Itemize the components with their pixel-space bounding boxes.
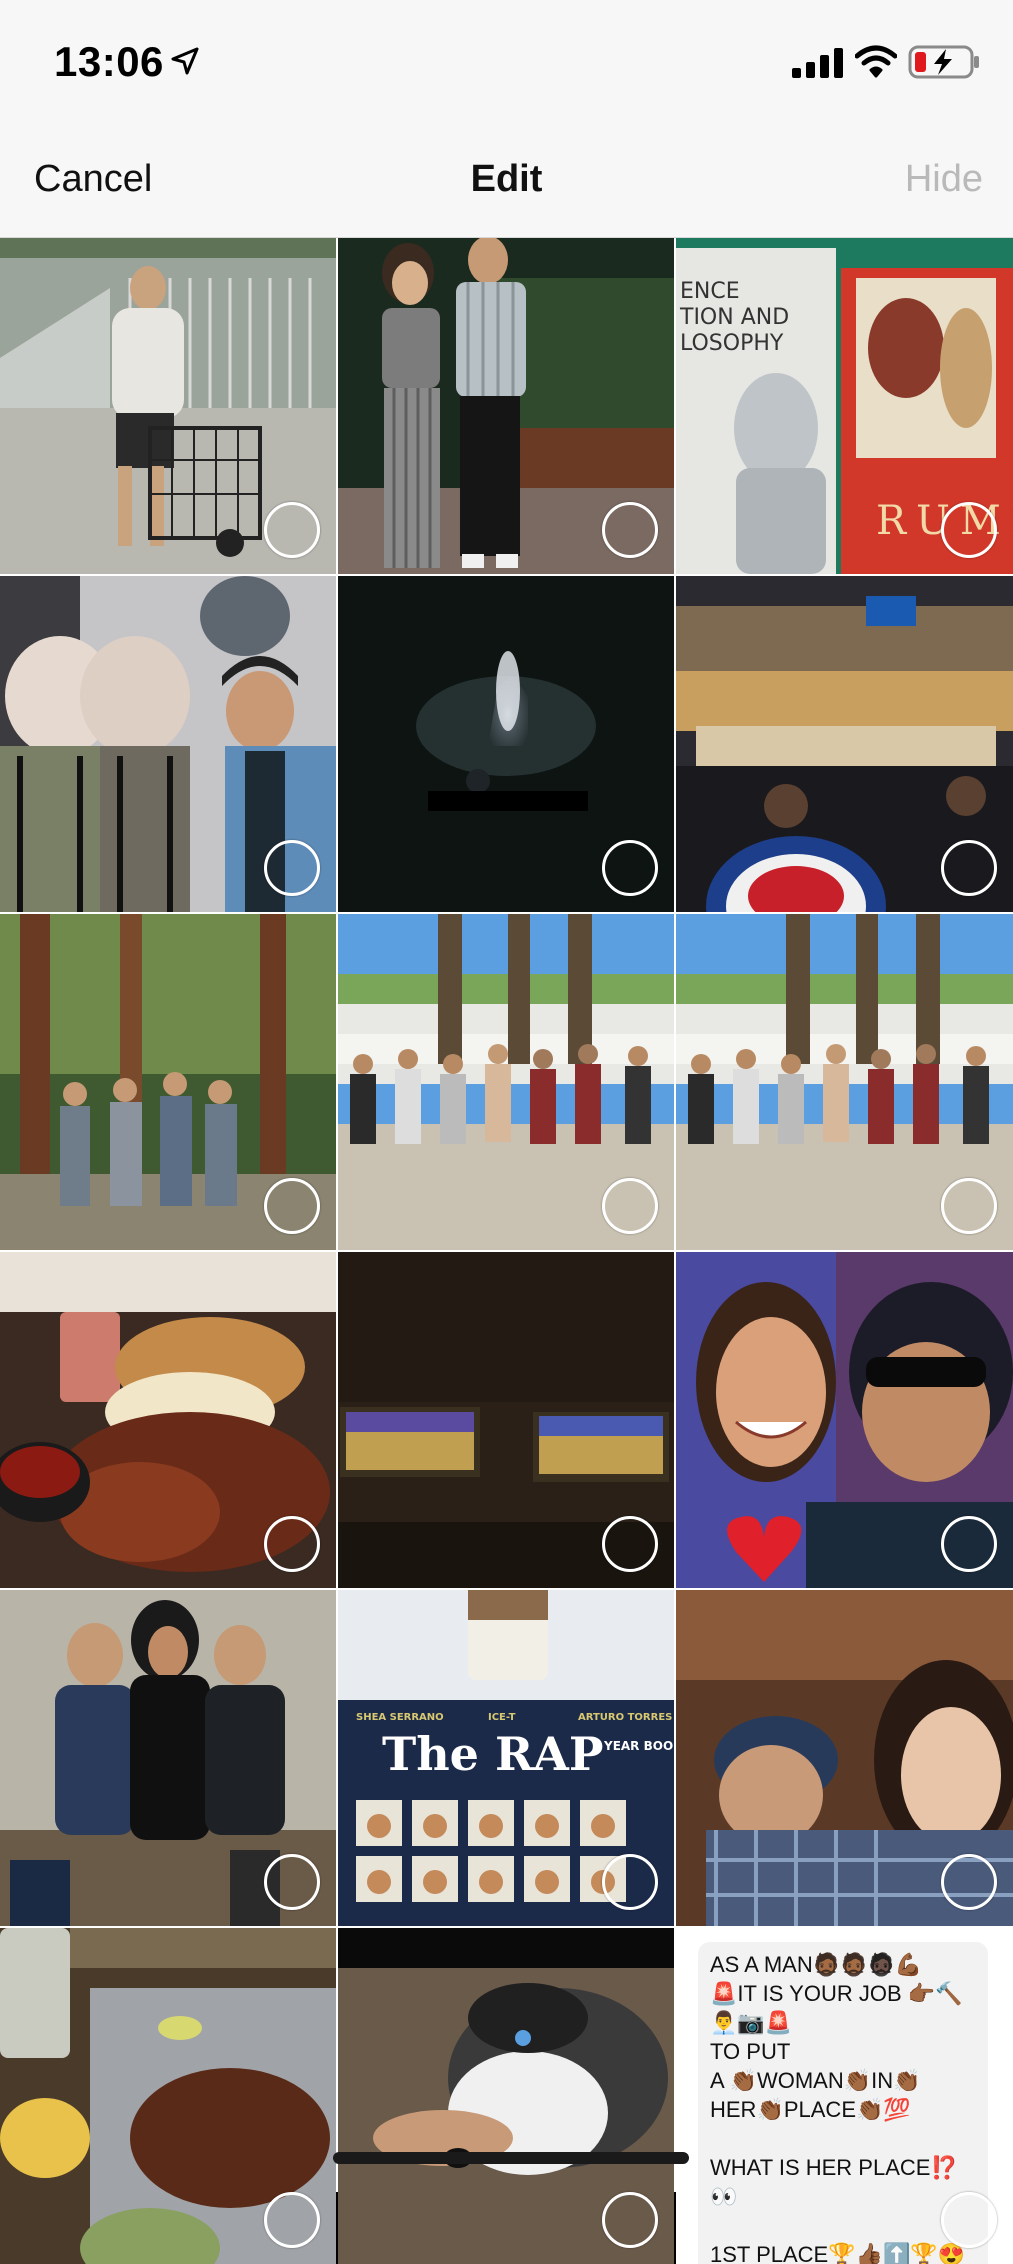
select-circle[interactable] — [602, 1516, 658, 1572]
photo-tile[interactable] — [338, 1928, 674, 2264]
book-author: ICE-T — [488, 1712, 516, 1723]
photo-tile[interactable] — [338, 576, 674, 912]
select-circle[interactable] — [264, 502, 320, 558]
photo-tile[interactable] — [676, 1252, 1013, 1588]
select-circle[interactable] — [941, 1854, 997, 1910]
cancel-button[interactable]: Cancel — [34, 158, 152, 201]
select-circle[interactable] — [602, 2192, 658, 2248]
select-circle[interactable] — [941, 2192, 997, 2248]
photo-tile[interactable]: SHEA SERRANO ICE-T ARTURO TORRES The RAP… — [338, 1590, 674, 1926]
select-circle[interactable] — [602, 1178, 658, 1234]
select-circle[interactable] — [941, 1178, 997, 1234]
photo-grid: ENCE TION AND LOSOPHY RUMI — [0, 238, 1013, 2264]
nav-bar: Cancel Edit Hide — [0, 120, 1013, 238]
photo-tile[interactable] — [0, 1252, 336, 1588]
photo-tile[interactable] — [676, 914, 1013, 1250]
status-bar: 13:06 — [0, 0, 1013, 120]
location-arrow-icon — [171, 47, 199, 75]
book-author: SHEA SERRANO — [356, 1712, 444, 1723]
photo-tile[interactable] — [0, 576, 336, 912]
book-text: LOSOPHY — [680, 331, 784, 356]
book-text: TION AND — [679, 305, 789, 330]
select-circle[interactable] — [264, 2192, 320, 2248]
wifi-icon — [855, 45, 897, 78]
battery-charging-icon — [908, 45, 979, 79]
select-circle[interactable] — [602, 1854, 658, 1910]
select-circle[interactable] — [264, 840, 320, 896]
status-time: 13:06 — [54, 38, 164, 85]
photo-tile[interactable] — [338, 914, 674, 1250]
select-circle[interactable] — [264, 1178, 320, 1234]
photo-tile[interactable]: AS A MAN🧔🏾🧔🏾🧔🏿💪🏾 🚨IT IS YOUR JOB 👉🏾🔨 👨‍💼… — [676, 1928, 1013, 2264]
select-circle[interactable] — [264, 1854, 320, 1910]
select-circle[interactable] — [264, 1516, 320, 1572]
book-subtitle: YEAR BOOK — [603, 1739, 674, 1753]
book-author: ARTURO TORRES — [578, 1712, 672, 1723]
home-indicator[interactable] — [333, 2152, 689, 2164]
photo-tile[interactable] — [676, 1590, 1013, 1926]
book-title: The RAP — [382, 1727, 603, 1781]
hide-button[interactable]: Hide — [905, 158, 983, 201]
photo-tile[interactable] — [338, 238, 674, 574]
photo-tile[interactable]: ENCE TION AND LOSOPHY RUMI — [676, 238, 1013, 574]
select-circle[interactable] — [602, 840, 658, 896]
photo-tile[interactable] — [0, 1590, 336, 1926]
book-text: ENCE — [680, 279, 740, 304]
select-circle[interactable] — [941, 1516, 997, 1572]
photo-tile[interactable] — [338, 1252, 674, 1588]
photo-tile[interactable] — [0, 1928, 336, 2264]
photo-tile[interactable] — [0, 238, 336, 574]
photo-tile[interactable] — [676, 576, 1013, 912]
cellular-signal-icon — [792, 48, 843, 78]
select-circle[interactable] — [941, 840, 997, 896]
select-circle[interactable] — [602, 502, 658, 558]
photo-tile[interactable] — [0, 914, 336, 1250]
select-circle[interactable] — [941, 502, 997, 558]
